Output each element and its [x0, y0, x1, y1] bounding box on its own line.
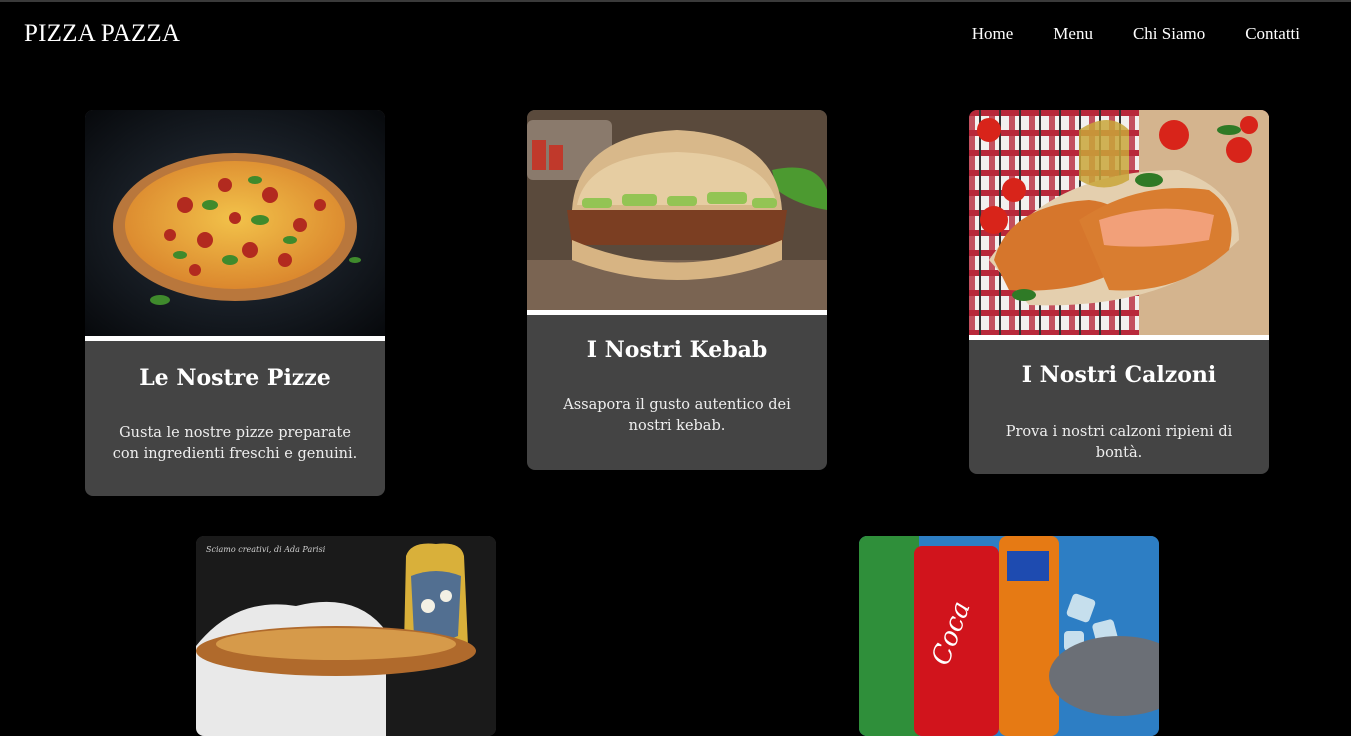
dessert-watermark: Sciamo creativi, di Ada Parisi — [206, 545, 326, 554]
card-bibite[interactable]: Coca — [859, 536, 1159, 736]
nav-contatti[interactable]: Contatti — [1245, 24, 1300, 44]
nav-home[interactable]: Home — [972, 24, 1014, 44]
card-description: Prova i nostri calzoni ripieni di bontà. — [1005, 424, 1233, 461]
dessert-image: Sciamo creativi, di Ada Parisi — [196, 536, 496, 736]
card-separator — [969, 335, 1269, 340]
card-title: Le Nostre Pizze — [139, 365, 331, 391]
drinks-image: Coca — [859, 536, 1159, 736]
card-description: Gusta le nostre pizze preparate con ingr… — [112, 425, 358, 462]
card-dessert[interactable]: Sciamo creativi, di Ada Parisi — [196, 536, 496, 736]
nav-menu[interactable]: Menu — [1053, 24, 1093, 44]
main-nav: Home Menu Chi Siamo Contatti — [972, 24, 1300, 44]
card-title: I Nostri Kebab — [586, 337, 768, 363]
card-kebab[interactable]: I Nostri Kebab Assapora il gusto autenti… — [527, 110, 827, 470]
calzone-image — [969, 110, 1269, 335]
site-header: PIZZA PAZZA Home Menu Chi Siamo Contatti — [0, 0, 1351, 70]
card-title: I Nostri Calzoni — [1021, 362, 1217, 388]
nav-chi-siamo[interactable]: Chi Siamo — [1133, 24, 1205, 44]
card-calzoni[interactable]: I Nostri Calzoni Prova i nostri calzoni … — [969, 110, 1269, 474]
card-separator — [527, 310, 827, 315]
card-pizze[interactable]: Le Nostre Pizze Gusta le nostre pizze pr… — [85, 110, 385, 496]
pizza-image — [85, 110, 385, 336]
site-logo[interactable]: PIZZA PAZZA — [24, 20, 180, 48]
kebab-image — [527, 110, 827, 310]
card-description: Assapora il gusto autentico dei nostri k… — [563, 397, 791, 434]
card-separator — [85, 336, 385, 341]
